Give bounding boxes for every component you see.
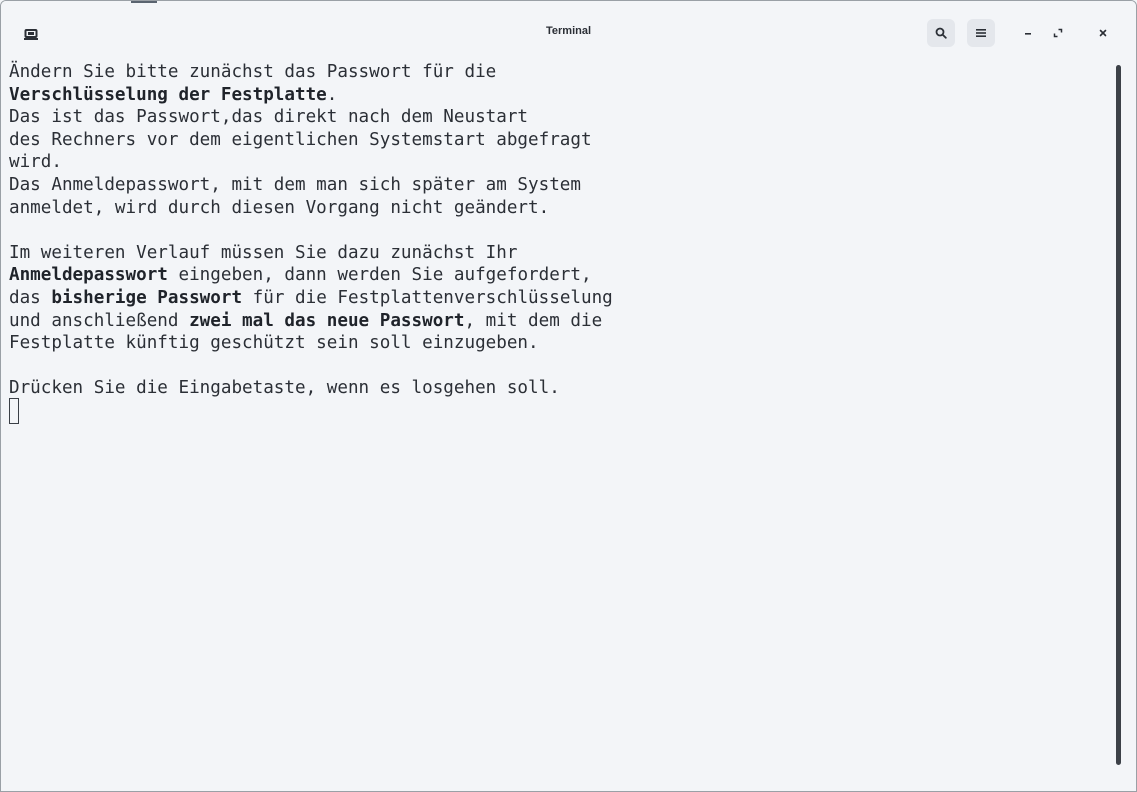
terminal-line: Drücken Sie die Eingabetaste, wenn es lo…	[9, 377, 1109, 400]
terminal-text: wird.	[9, 152, 62, 173]
close-icon	[1099, 29, 1107, 37]
terminal-line: Anmeldepasswort eingeben, dann werden Si…	[9, 264, 1109, 287]
terminal-line: Das Anmeldepasswort, mit dem man sich sp…	[9, 174, 1109, 197]
terminal-text: Festplatte künftig geschützt sein soll e…	[9, 333, 539, 354]
text-cursor	[9, 397, 19, 424]
terminal-line: des Rechners vor dem eigentlichen System…	[9, 129, 1109, 152]
terminal-text: und anschließend	[9, 310, 190, 331]
maximize-button[interactable]	[1048, 23, 1068, 43]
terminal-line: wird.	[9, 151, 1109, 174]
terminal-text-bold: Verschlüsselung der Festplatte	[9, 84, 327, 105]
terminal-text-bold: bisherige Passwort	[51, 287, 243, 308]
maximize-icon	[1053, 28, 1063, 38]
terminal-line: und anschließend zwei mal das neue Passw…	[9, 310, 1109, 333]
tab-indicator	[131, 1, 157, 3]
terminal-text: anmeldet, wird durch diesen Vorgang nich…	[9, 197, 550, 218]
terminal-text: für die Festplattenverschlüsselung	[242, 287, 613, 308]
terminal-output[interactable]: Ändern Sie bitte zunächst das Passwort f…	[9, 61, 1109, 789]
search-button[interactable]	[927, 19, 955, 47]
terminal-text: Das ist das Passwort,das direkt nach dem…	[9, 107, 529, 128]
prompt-line[interactable]	[9, 397, 1109, 424]
terminal-text: Drücken Sie die Eingabetaste, wenn es lo…	[9, 378, 560, 399]
terminal-line: Im weiteren Verlauf müssen Sie dazu zunä…	[9, 242, 1109, 265]
window-title: Terminal	[545, 25, 592, 37]
terminal-line: Festplatte künftig geschützt sein soll e…	[9, 332, 1109, 355]
terminal-window: Terminal Ändern Sie bitte zunächst das P…	[0, 0, 1137, 792]
terminal-text: Das Anmeldepasswort, mit dem man sich sp…	[9, 174, 581, 195]
terminal-text: das	[9, 287, 52, 308]
minimize-button[interactable]	[1018, 23, 1038, 43]
hamburger-menu-icon	[976, 29, 986, 37]
terminal-text: .	[326, 84, 338, 105]
terminal-line: das bisherige Passwort für die Festplatt…	[9, 287, 1109, 310]
scrollbar[interactable]	[1116, 65, 1121, 765]
terminal-text-bold: Anmeldepasswort	[9, 265, 168, 286]
terminal-line: Ändern Sie bitte zunächst das Passwort f…	[9, 61, 1109, 84]
close-button[interactable]	[1093, 23, 1113, 43]
terminal-text-bold: zwei mal das neue Passwort	[189, 310, 465, 331]
title-bar[interactable]: Terminal	[1, 1, 1136, 58]
minimize-icon	[1025, 33, 1031, 35]
terminal-text: , mit dem die	[464, 310, 603, 331]
terminal-line: anmeldet, wird durch diesen Vorgang nich…	[9, 197, 1109, 220]
terminal-text: Im weiteren Verlauf müssen Sie dazu zunä…	[9, 242, 518, 263]
search-icon	[935, 27, 947, 39]
terminal-text: Ändern Sie bitte zunächst das Passwort f…	[9, 62, 497, 82]
terminal-text: des Rechners vor dem eigentlichen System…	[9, 129, 592, 150]
terminal-line: Verschlüsselung der Festplatte.	[9, 84, 1109, 107]
terminal-line: Das ist das Passwort,das direkt nach dem…	[9, 106, 1109, 129]
terminal-text: eingeben, dann werden Sie aufgefordert,	[167, 265, 592, 286]
menu-button[interactable]	[967, 19, 995, 47]
